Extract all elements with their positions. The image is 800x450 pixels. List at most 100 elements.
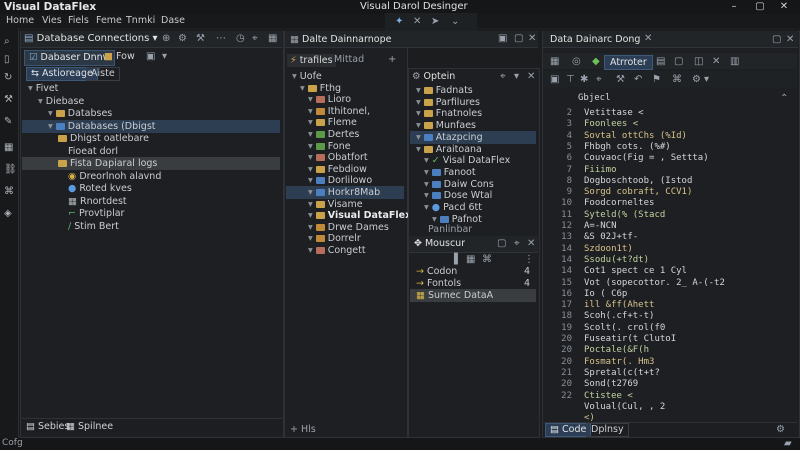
expand-icon[interactable]: ▾: [416, 108, 424, 119]
grid-icon[interactable]: ▦: [4, 142, 16, 154]
tree-item[interactable]: ▾ Diebase: [22, 95, 280, 108]
restore-icon[interactable]: ▣: [498, 33, 507, 44]
expand-icon[interactable]: ▾: [38, 96, 46, 107]
db-panel-tab[interactable]: ▤ Database Connections ▾: [24, 33, 158, 44]
expand-icon[interactable]: ▾: [308, 222, 316, 233]
menu-item-frame[interactable]: Feme: [96, 15, 122, 26]
expand-icon[interactable]: ▾: [308, 199, 316, 210]
more-icon[interactable]: ⋮: [524, 254, 534, 265]
mittad-button[interactable]: Mittad: [334, 54, 364, 65]
tab-display[interactable]: Dplnsy: [586, 423, 629, 437]
chevron-down-icon[interactable]: ▾: [162, 51, 167, 62]
grid-view-icon[interactable]: ▦: [268, 33, 277, 44]
settings-icon[interactable]: ⚙: [178, 33, 187, 44]
add-icon[interactable]: ⊕: [162, 33, 170, 44]
expand-icon[interactable]: ▾: [308, 94, 316, 105]
arrange-button[interactable]: Atrroter: [604, 55, 653, 70]
pin-icon[interactable]: ⌖: [596, 74, 602, 85]
code-editor[interactable]: 2 Vetittase <3 Foonlees <4 Sovtal ottChs (%…: [550, 107, 790, 423]
close-icon[interactable]: ✕: [527, 238, 535, 249]
structure-icon[interactable]: ⌘: [672, 74, 682, 85]
expand-icon[interactable]: ▾: [292, 71, 300, 82]
trafiles-button[interactable]: ⚡ trafiles: [287, 54, 336, 67]
chevron-down-icon[interactable]: ▾: [704, 74, 709, 85]
chevron-down-icon[interactable]: ▾: [514, 71, 519, 82]
expand-icon[interactable]: ▾: [308, 164, 316, 175]
expand-icon[interactable]: ▾: [48, 121, 56, 132]
pin-icon[interactable]: ⌖: [252, 33, 258, 44]
close-icon[interactable]: ✕: [786, 34, 794, 45]
options-tab[interactable]: ⚙ Optein: [412, 71, 455, 82]
settings-icon[interactable]: ⚙: [692, 74, 701, 85]
document-icon[interactable]: ▯: [4, 54, 16, 66]
pin-icon[interactable]: ⌖: [500, 71, 506, 82]
dock-icon[interactable]: ▢: [674, 56, 683, 67]
menu-item-data[interactable]: Dase: [161, 15, 185, 26]
tab-sebies[interactable]: ▤ Sebies: [26, 421, 69, 432]
expand-icon[interactable]: ▾: [300, 83, 308, 94]
expand-icon[interactable]: ▾: [308, 106, 316, 117]
tools-icon[interactable]: ⚒: [616, 74, 625, 85]
database-browser-button[interactable]: ☑ Dabaser Dnnw: [24, 50, 116, 66]
mouse-list-item[interactable]: ▦ Surnec DataA: [410, 289, 536, 302]
menu-item-fields[interactable]: Fiels: [68, 15, 89, 26]
expand-icon[interactable]: ▾: [308, 187, 316, 198]
star-icon[interactable]: ✱: [580, 74, 588, 85]
notification-icon[interactable]: ▰: [784, 438, 792, 449]
pointer-icon[interactable]: ✦: [395, 16, 403, 27]
tree-item[interactable]: ● Roted kves: [22, 182, 280, 195]
tree-item[interactable]: ▾ Fivet: [22, 82, 280, 95]
expand-icon[interactable]: ▾: [416, 132, 424, 143]
tree-item[interactable]: ▾ Congett: [286, 244, 404, 257]
expand-icon[interactable]: ▾: [48, 108, 56, 119]
clock-icon[interactable]: ◷: [236, 33, 245, 44]
pencil-icon[interactable]: ✎: [4, 116, 16, 128]
tree-item[interactable]: ▦ Rnortdest: [22, 195, 280, 208]
expand-icon[interactable]: ▾: [308, 117, 316, 128]
expand-icon[interactable]: ▾: [424, 167, 432, 178]
settings-icon[interactable]: ⚙: [776, 424, 785, 435]
tab-spilnee[interactable]: ▦ Spilnee: [66, 421, 113, 432]
arrow-icon[interactable]: ➤: [431, 16, 439, 27]
filter-icon[interactable]: ⊤: [566, 74, 575, 85]
close-icon[interactable]: ✕: [644, 33, 652, 44]
designer-footer[interactable]: + Hls: [290, 424, 316, 435]
dock-left-icon[interactable]: ▐: [450, 254, 458, 265]
add-icon[interactable]: +: [388, 54, 396, 65]
expand-icon[interactable]: ▾: [308, 233, 316, 244]
target-icon[interactable]: ◎: [572, 56, 581, 67]
search-icon[interactable]: ⌕: [4, 36, 16, 48]
code-tab[interactable]: Data Dainarc Dong: [550, 34, 640, 45]
dock-icon[interactable]: ▢: [497, 238, 506, 249]
network-icon[interactable]: ⌘: [4, 186, 16, 198]
tree-item[interactable]: Fioeat dorl: [22, 145, 280, 158]
close-icon[interactable]: ✕: [528, 33, 536, 44]
close-button[interactable]: ✕: [776, 1, 792, 12]
pin-icon[interactable]: ⌖: [514, 238, 520, 249]
expand-icon[interactable]: ▾: [28, 83, 36, 94]
tree-item[interactable]: ▾ Databases (Dbigst: [22, 119, 280, 133]
wrench-icon[interactable]: ⚒: [196, 33, 205, 44]
puzzle-icon[interactable]: ◈: [4, 208, 16, 220]
expand-icon[interactable]: ▾: [308, 152, 316, 163]
list-icon[interactable]: ▤: [656, 56, 665, 67]
flow-button[interactable]: ■ Fow: [104, 51, 135, 62]
more-icon[interactable]: ⋯: [216, 33, 226, 44]
expand-icon[interactable]: ▾: [424, 202, 432, 213]
dock-icon[interactable]: ▢: [772, 34, 781, 45]
tree-item[interactable]: ▾ Databses: [22, 107, 280, 120]
run-icon[interactable]: ◆: [592, 56, 600, 67]
link-icon[interactable]: ⛓: [4, 164, 17, 176]
minimize-button[interactable]: –: [726, 1, 742, 12]
wand-icon[interactable]: ⚒: [4, 94, 16, 106]
collapse-icon[interactable]: ⌃: [780, 93, 788, 104]
tree-item[interactable]: ∕ Stim Bert: [22, 220, 280, 233]
grid-icon[interactable]: ▦: [466, 254, 475, 265]
expand-icon[interactable]: ▾: [416, 97, 424, 108]
menu-item-view[interactable]: Vies: [42, 15, 62, 26]
tab-code[interactable]: ▤ Code: [545, 423, 592, 437]
tree-item[interactable]: ◉ Dreorlnoh alavnd: [22, 170, 280, 183]
chevron-down-icon[interactable]: ⌄: [451, 16, 459, 27]
designer-tab[interactable]: ▦ Dalte Dainnarnope: [290, 34, 391, 45]
undo-icon[interactable]: ↶: [634, 74, 642, 85]
